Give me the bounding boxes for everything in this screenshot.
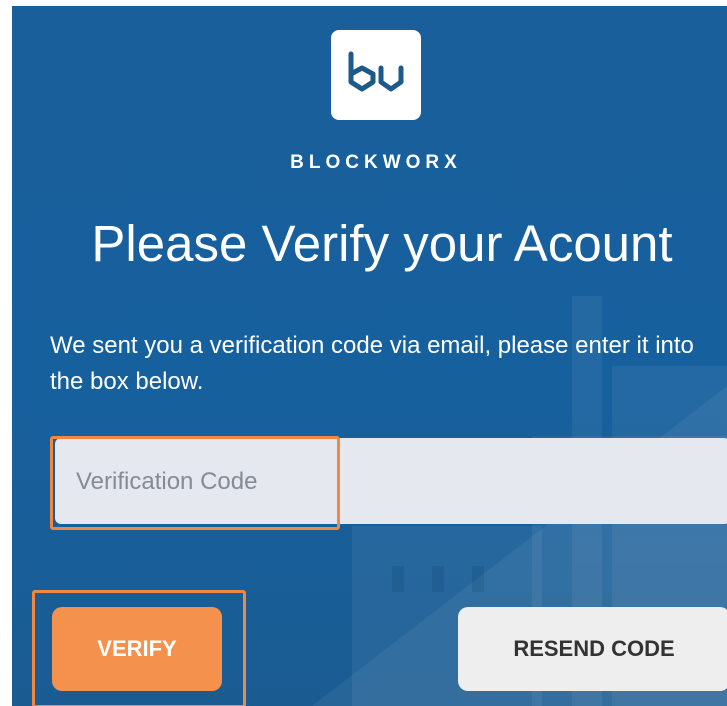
verification-code-input[interactable] <box>56 440 332 524</box>
verify-button[interactable]: VERIFY <box>52 607 222 691</box>
verification-panel: BLOCKWORX Please Verify your Acount We s… <box>12 6 727 706</box>
resend-code-button[interactable]: RESEND CODE <box>458 607 727 691</box>
page-title: Please Verify your Acount <box>91 215 673 272</box>
instruction-text: We sent you a verification code via emai… <box>50 332 694 395</box>
blockworx-logo-icon <box>331 30 421 120</box>
brand-name: BLOCKWORX <box>290 152 462 173</box>
